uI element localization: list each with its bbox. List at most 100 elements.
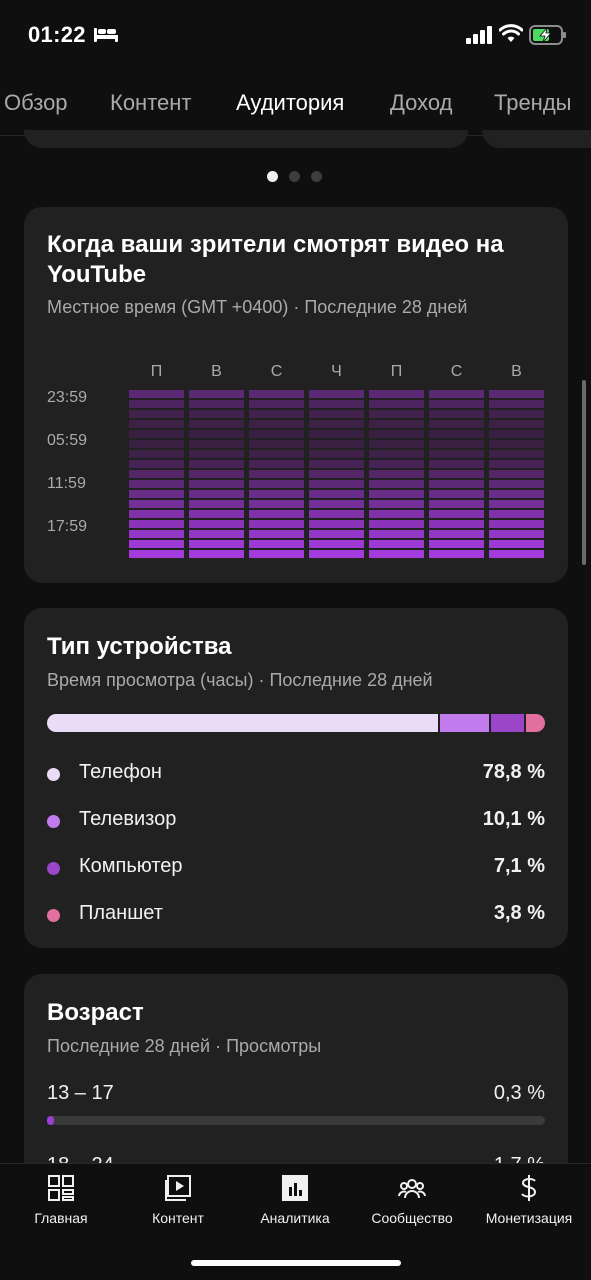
heatmap-cell: [189, 490, 244, 498]
device-row-tv[interactable]: Телевизор 10,1 %: [47, 808, 545, 834]
heatmap-cell: [249, 400, 304, 408]
heatmap-cell: [489, 540, 544, 548]
carousel-dot[interactable]: [267, 171, 278, 182]
heatmap-cell: [189, 410, 244, 418]
heatmap-cell: [369, 430, 424, 438]
heatmap-cell: [129, 480, 184, 488]
heatmap-cell: [309, 460, 364, 468]
heatmap-cell: [309, 530, 364, 538]
heatmap-cell: [309, 480, 364, 488]
heatmap-cell: [129, 470, 184, 478]
age-subtitle: Последние 28 дней · Просмотры: [47, 1036, 322, 1056]
heatmap-cell: [429, 460, 484, 468]
age-range-label: 13 – 17: [47, 1082, 114, 1104]
tab-overview[interactable]: Обзор: [4, 90, 68, 116]
heatmap-cell: [129, 460, 184, 468]
heatmap-cell: [309, 390, 364, 398]
device-value: 7,1 %: [493, 855, 545, 877]
nav-monetization[interactable]: Монетизация: [470, 1174, 588, 1238]
heatmap-cell: [189, 550, 244, 558]
device-share-segment: [490, 714, 527, 732]
carousel-dot[interactable]: [311, 171, 322, 182]
heatmap-cell: [429, 430, 484, 438]
heatmap-day-label: С: [270, 363, 283, 380]
heatmap-cell: [489, 510, 544, 518]
carousel-card-prev[interactable]: [24, 130, 468, 148]
wifi-icon: [499, 24, 523, 42]
scrollbar[interactable]: [582, 380, 586, 565]
heatmap-column: [249, 390, 304, 562]
heatmap-cell: [489, 420, 544, 428]
heatmap-cell: [249, 550, 304, 558]
heatmap-day-label: В: [211, 363, 222, 380]
heatmap-day-label: П: [390, 363, 403, 380]
heatmap-cell: [189, 440, 244, 448]
nav-label: Монетизация: [485, 1210, 573, 1226]
heatmap-cell: [249, 540, 304, 548]
heatmap-cell: [189, 390, 244, 398]
heatmap-cell: [249, 430, 304, 438]
device-share-segment: [526, 714, 545, 732]
heatmap-cell: [189, 470, 244, 478]
heatmap-column: [369, 390, 424, 562]
heatmap-cell: [189, 520, 244, 528]
legend-dot: [47, 815, 60, 828]
heatmap-cell: [249, 470, 304, 478]
heatmap-cell: [489, 390, 544, 398]
heatmap-cell: [189, 450, 244, 458]
heatmap-cell: [249, 440, 304, 448]
nav-analytics[interactable]: Аналитика: [236, 1174, 354, 1238]
heatmap-cell: [489, 490, 544, 498]
age-progress-track: [47, 1116, 545, 1125]
heatmap-cell: [189, 530, 244, 538]
heatmap-cell: [369, 500, 424, 508]
heatmap-cell: [309, 520, 364, 528]
carousel-dot[interactable]: [289, 171, 300, 182]
heatmap-cell: [429, 520, 484, 528]
nav-home[interactable]: Главная: [2, 1174, 120, 1238]
device-row-computer[interactable]: Компьютер 7,1 %: [47, 855, 545, 881]
tab-content[interactable]: Контент: [110, 90, 192, 116]
carousel-card-next[interactable]: [482, 130, 591, 148]
dollar-icon: [521, 1175, 537, 1201]
heatmap-cell: [429, 540, 484, 548]
heatmap-cell: [429, 550, 484, 558]
heatmap-cell: [249, 510, 304, 518]
heatmap-cell: [129, 490, 184, 498]
heatmap-cell: [309, 400, 364, 408]
sleep-mode-icon: [94, 28, 118, 42]
heatmap-cell: [309, 500, 364, 508]
device-row-phone[interactable]: Телефон 78,8 %: [47, 761, 545, 787]
tab-revenue[interactable]: Доход: [390, 90, 452, 116]
heatmap-cell: [129, 530, 184, 538]
tab-trends[interactable]: Тренды: [494, 90, 571, 116]
heatmap-cell: [309, 490, 364, 498]
heatmap-day-label: С: [450, 363, 463, 380]
tab-audience[interactable]: Аудитория: [236, 90, 344, 116]
heatmap-cell: [249, 480, 304, 488]
heatmap-cell: [249, 420, 304, 428]
device-label: Планшет: [79, 902, 163, 924]
nav-community[interactable]: Сообщество: [353, 1174, 471, 1238]
heatmap-cell: [309, 410, 364, 418]
heatmap-cell: [369, 450, 424, 458]
device-value: 78,8 %: [482, 761, 545, 783]
device-row-tablet[interactable]: Планшет 3,8 %: [47, 902, 545, 928]
legend-dot: [47, 768, 60, 781]
heatmap-time-label: 05:59: [47, 432, 88, 449]
heatmap-column: [429, 390, 484, 562]
legend-dot: [47, 862, 60, 875]
carousel-pagination: [267, 171, 327, 183]
device-share-bar[interactable]: [47, 714, 545, 732]
age-value: 0,3 %: [493, 1082, 545, 1104]
heatmap-cell: [489, 440, 544, 448]
nav-content[interactable]: Контент: [119, 1174, 237, 1238]
heatmap-cell: [489, 400, 544, 408]
age-progress-fill: [47, 1116, 54, 1125]
heatmap-cell: [369, 480, 424, 488]
device-type-subtitle: Время просмотра (часы) · Последние 28 дн…: [47, 670, 433, 690]
home-indicator[interactable]: [191, 1260, 401, 1266]
heatmap-cell: [129, 520, 184, 528]
heatmap-cell: [429, 530, 484, 538]
device-label: Телефон: [79, 761, 162, 783]
